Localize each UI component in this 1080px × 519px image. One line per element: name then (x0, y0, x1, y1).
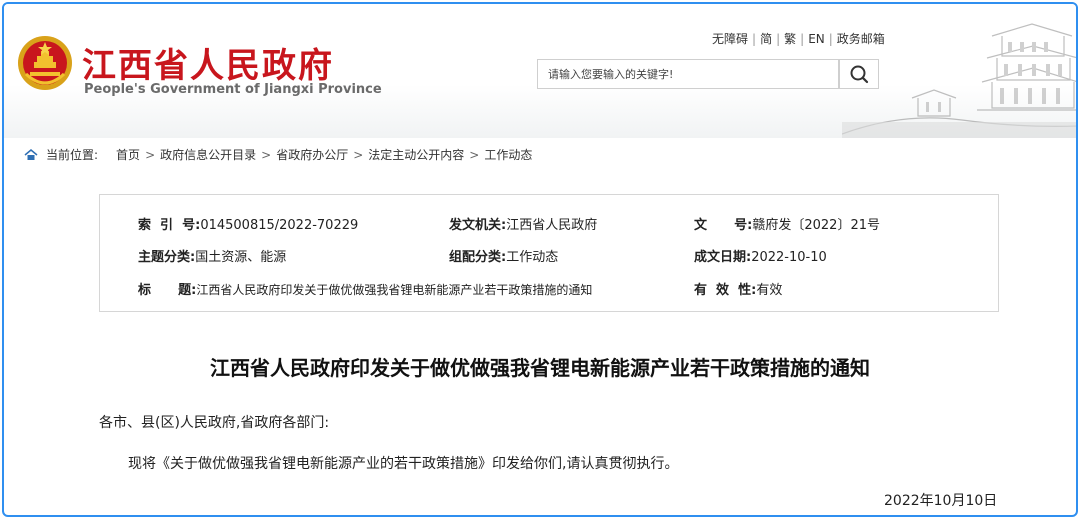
site-header: 江西省人民政府 People's Government of Jiangxi P… (4, 4, 1076, 138)
category-field: 组配分类:工作动态 (449, 246, 558, 265)
title-field: 标 题:江西省人民政府印发关于做优做强我省锂电新能源产业若干政策措施的通知 (138, 279, 592, 298)
accessibility-link[interactable]: 无障碍 (712, 32, 748, 46)
breadcrumb-work-news[interactable]: 工作动态 (484, 148, 532, 162)
issuer-field: 发文机关:江西省人民政府 (449, 214, 597, 233)
traditional-link[interactable]: 繁 (784, 32, 796, 46)
breadcrumb: 当前位置: 首页 > 政府信息公开目录 > 省政府办公厅 > 法定主动公开内容 > 工作动态 (24, 146, 532, 163)
index-value: 014500815/2022-70229 (200, 218, 359, 233)
validity-value: 有效 (756, 283, 783, 298)
validity-field: 有 效 性:有效 (694, 279, 782, 298)
location-icon (24, 149, 38, 160)
simplified-link[interactable]: 简 (760, 32, 772, 46)
validity-label: 有 效 性: (694, 283, 757, 298)
docno-field: 文 号:赣府发〔2022〕21号 (694, 214, 880, 233)
article-date: 2022年10月10日 (884, 493, 998, 509)
article-body: 现将《关于做优做强我省锂电新能源产业的若干政策措施》印发给你们,请认真贯彻执行。 (128, 456, 679, 472)
search-input[interactable] (538, 60, 848, 88)
document-info-table: 索 引 号:014500815/2022-70229 发文机关:江西省人民政府 … (99, 194, 999, 312)
topic-label: 主题分类: (138, 250, 196, 265)
breadcrumb-info-catalog[interactable]: 政府信息公开目录 (160, 148, 256, 162)
issuer-value: 江西省人民政府 (506, 218, 598, 233)
index-label: 索 引 号: (138, 218, 201, 233)
date-field: 成文日期:2022-10-10 (694, 246, 827, 265)
topic-value: 国土资源、能源 (195, 250, 287, 265)
title-value: 江西省人民政府印发关于做优做强我省锂电新能源产业若干政策措施的通知 (196, 283, 593, 297)
english-link[interactable]: EN (808, 32, 825, 46)
article-salutation: 各市、县(区)人民政府,省政府各部门: (99, 415, 330, 431)
docno-label: 文 号: (694, 218, 753, 233)
site-subtitle: People's Government of Jiangxi Province (84, 82, 382, 97)
topic-field: 主题分类:国土资源、能源 (138, 246, 286, 265)
pavilion-illustration (842, 23, 1076, 138)
page-frame: 江西省人民政府 People's Government of Jiangxi P… (2, 2, 1078, 517)
breadcrumb-public-content[interactable]: 法定主动公开内容 (368, 148, 464, 162)
date-label: 成文日期: (694, 250, 752, 265)
index-field: 索 引 号:014500815/2022-70229 (138, 214, 358, 233)
breadcrumb-general-office[interactable]: 省政府办公厅 (276, 148, 348, 162)
category-value: 工作动态 (506, 250, 559, 265)
site-title[interactable]: 江西省人民政府 (82, 38, 334, 87)
category-label: 组配分类: (449, 250, 507, 265)
date-value: 2022-10-10 (751, 250, 827, 265)
search-box (537, 59, 848, 89)
breadcrumb-home[interactable]: 首页 (116, 148, 140, 162)
national-emblem-icon (18, 36, 72, 90)
docno-value: 赣府发〔2022〕21号 (752, 218, 880, 233)
issuer-label: 发文机关: (449, 218, 507, 233)
article-title: 江西省人民政府印发关于做优做强我省锂电新能源产业若干政策措施的通知 (210, 356, 870, 380)
breadcrumb-position-label: 当前位置: (46, 148, 99, 162)
title-label: 标 题: (138, 283, 197, 298)
